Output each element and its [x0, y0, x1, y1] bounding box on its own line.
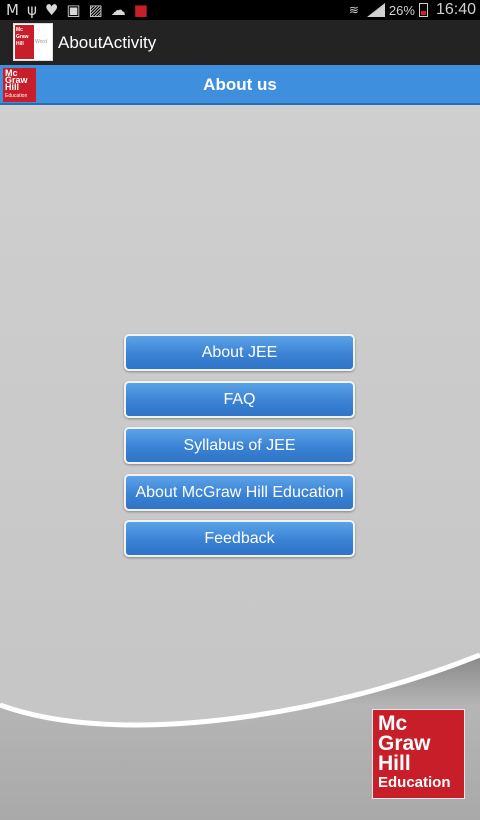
- menu-list: About JEE FAQ Syllabus of JEE About McGr…: [124, 334, 355, 567]
- weather-icon: ☁: [110, 1, 126, 19]
- app-logo-icon[interactable]: Mc Graw Hill Word: [13, 23, 53, 61]
- app-logo-word: Word: [35, 39, 47, 45]
- brand-logo-edu: Education: [378, 774, 451, 791]
- task-icon: ▣: [66, 1, 81, 19]
- signal-icon: [366, 3, 385, 17]
- battery-icon: [418, 3, 428, 17]
- notification-icons: M ψ ♥ ▣ ▨ ☁ ■: [6, 2, 148, 18]
- gmail-icon: M: [6, 1, 19, 19]
- status-bar: M ψ ♥ ▣ ▨ ☁ ■ ≋ 26% 16:40: [0, 0, 480, 20]
- syllabus-button[interactable]: Syllabus of JEE: [124, 427, 355, 464]
- clock: 16:40: [435, 1, 476, 18]
- wifi-icon: ≋: [348, 3, 359, 17]
- mcgraw-hill-logo: Mc Graw Hill Education: [372, 709, 465, 799]
- app-logo-red: Mc Graw Hill: [15, 25, 34, 59]
- about-jee-button[interactable]: About JEE: [124, 334, 355, 371]
- usb-icon: ψ: [26, 1, 37, 19]
- about-mcgraw-hill-button[interactable]: About McGraw Hill Education: [124, 473, 355, 511]
- location-icon: ♥: [44, 1, 59, 19]
- brand-logo-line2: Graw: [378, 732, 431, 755]
- battery-percent: 26%: [388, 2, 415, 18]
- brand-logo-line3: Hill: [378, 752, 411, 775]
- activity-title: AboutActivity: [58, 33, 157, 52]
- image-icon: ▨: [88, 1, 103, 19]
- faq-button[interactable]: FAQ: [124, 380, 355, 418]
- page-title: About us: [203, 75, 277, 94]
- app-notification-icon: ■: [133, 1, 148, 19]
- feedback-button[interactable]: Feedback: [124, 520, 355, 557]
- status-right: ≋ 26% 16:40: [349, 0, 476, 20]
- brand-logo-line1: Mc: [378, 712, 408, 735]
